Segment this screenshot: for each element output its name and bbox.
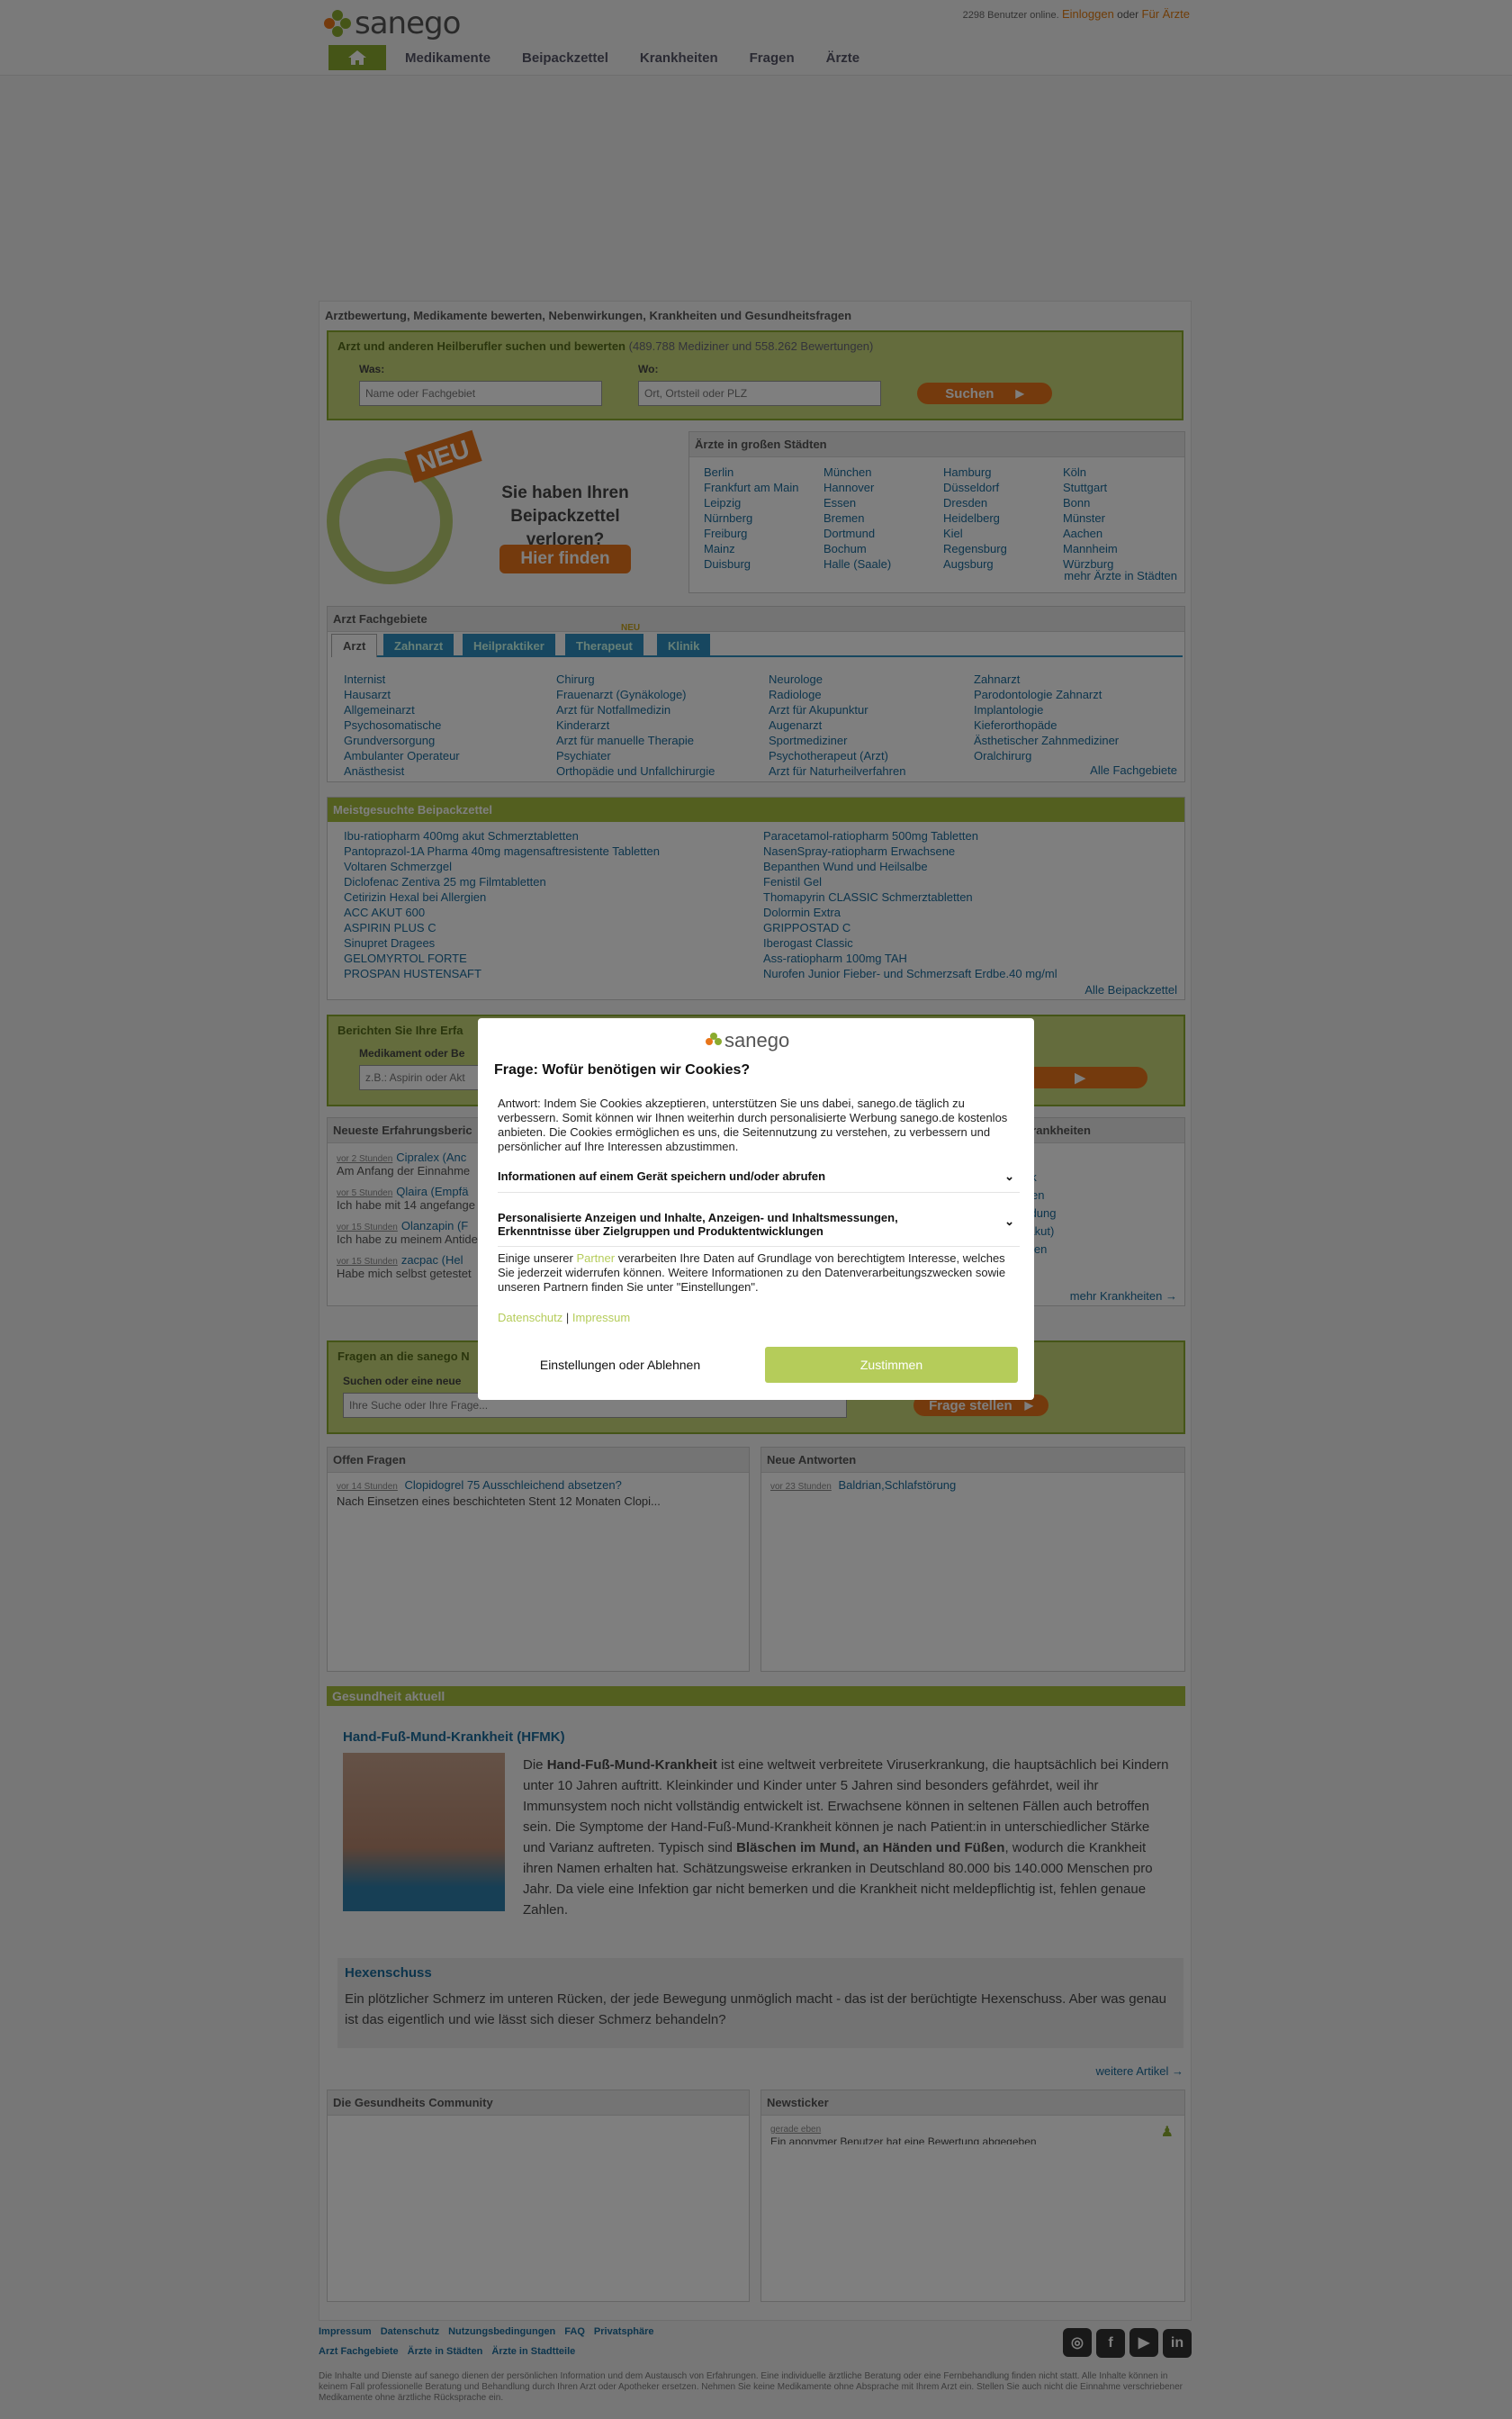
chevron-down-icon: ⌄ bbox=[1004, 1214, 1014, 1228]
cookie-brand: sanego bbox=[724, 1029, 790, 1052]
cookie-title: Frage: Wofür benötigen wir Cookies? bbox=[494, 1062, 751, 1078]
cookie-accordion-1[interactable]: Informationen auf einem Gerät speichern … bbox=[498, 1169, 1020, 1193]
privacy-link[interactable]: Datenschutz bbox=[498, 1311, 562, 1324]
chevron-down-icon: ⌄ bbox=[1004, 1169, 1014, 1183]
cookie-text: Antwort: Indem Sie Cookies akzeptieren, … bbox=[498, 1097, 1008, 1153]
partner-link[interactable]: Partner bbox=[576, 1251, 615, 1265]
page: sanego 2298 Benutzer online. Einloggen o… bbox=[0, 0, 1512, 2419]
acc1-label: Informationen auf einem Gerät speichern … bbox=[498, 1169, 826, 1183]
cookie-partner-text: Einige unserer Partner verarbeiten Ihre … bbox=[498, 1251, 1006, 1294]
decline-button[interactable]: Einstellungen oder Ablehnen bbox=[494, 1347, 746, 1383]
cookie-links: Datenschutz | Impressum bbox=[498, 1311, 631, 1324]
cookie-accordion-2[interactable]: Personalisierte Anzeigen und Inhalte, An… bbox=[498, 1204, 1020, 1247]
acc2-label: Personalisierte Anzeigen und Inhalte, An… bbox=[498, 1211, 898, 1238]
imprint-link[interactable]: Impressum bbox=[572, 1311, 630, 1324]
accept-button[interactable]: Zustimmen bbox=[765, 1347, 1018, 1383]
cookie-dialog: sanego Frage: Wofür benötigen wir Cookie… bbox=[478, 1018, 1034, 1400]
cookie-logo: sanego bbox=[706, 1029, 789, 1052]
sanego-logo-icon bbox=[706, 1033, 722, 1049]
